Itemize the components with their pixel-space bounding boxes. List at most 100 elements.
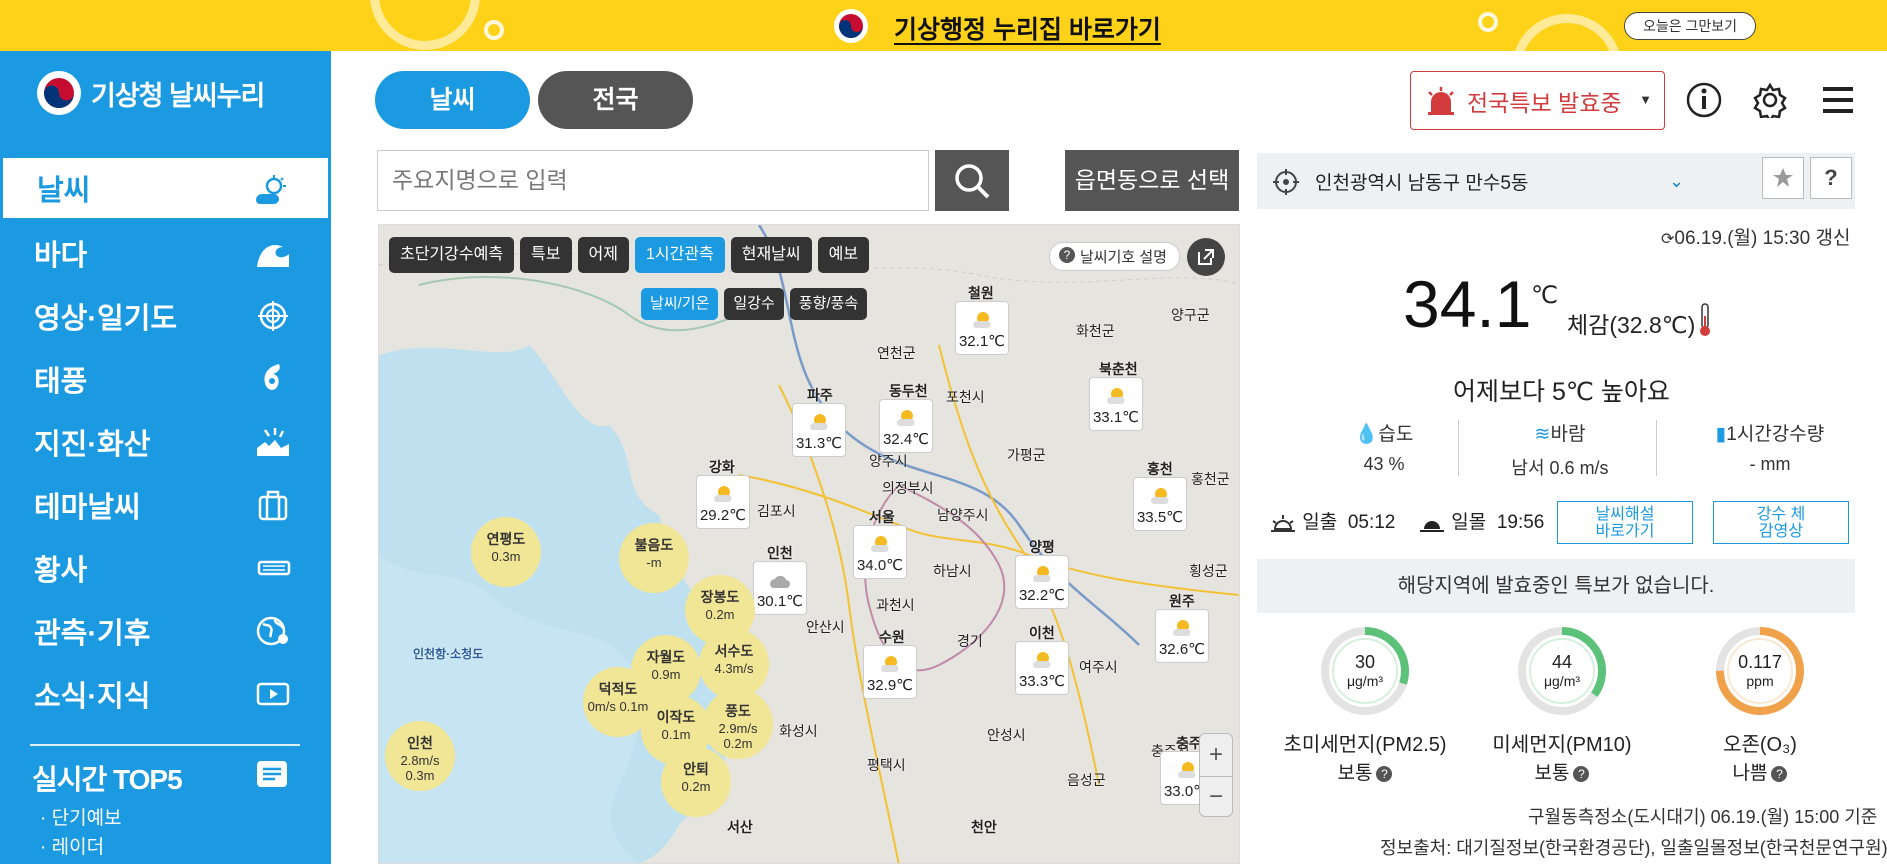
help-button[interactable]: ? (1810, 157, 1852, 199)
map-sub-buttons: 날씨/기온 일강수 풍향/풍속 (641, 288, 868, 320)
station-card[interactable]: 32.9℃ (863, 645, 917, 699)
wind-stat: ≋바람 남서 0.6 m/s (1500, 419, 1620, 480)
banner-close-button[interactable]: 오늘은 그만보기 (1624, 12, 1756, 40)
zoom-out-icon[interactable]: − (1200, 776, 1232, 816)
menu-item-earthquake[interactable]: 지진·화산 (0, 410, 331, 473)
station-card[interactable]: 29.2℃ (696, 475, 750, 529)
menu-item-sea[interactable]: 바다 (0, 221, 331, 284)
sunset-label: 일몰 (1451, 512, 1487, 533)
buoy-marker[interactable]: 인천 2.8m/s 0.3m (385, 721, 455, 791)
rain-video-button[interactable]: 강수 체감영상 (1713, 501, 1849, 544)
place-label: 안성시 (987, 727, 1026, 743)
map-sub-button[interactable]: 날씨/기온 (641, 288, 719, 320)
air-gauge: 0.117ppm (1716, 627, 1804, 715)
buoy-name: 덕적도 (598, 681, 638, 697)
buoy-value: 4.3m/s (714, 661, 754, 676)
zoom-in-icon[interactable]: + (1200, 734, 1232, 776)
tab-weather[interactable]: 날씨 (375, 71, 530, 129)
menu-label: 테마날씨 (34, 491, 141, 524)
sunny-cloud-icon (871, 536, 889, 552)
help-icon[interactable]: ? (1573, 765, 1590, 782)
menu-item-dust[interactable]: 황사 (0, 536, 331, 599)
buoy-name: 연평도 (486, 531, 526, 547)
air-gauge: 30μg/m³ (1321, 627, 1409, 715)
menu-item-news[interactable]: 소식·지식 (0, 662, 331, 725)
weather-map[interactable]: 초단기강수예측 특보 어제 1시간관측 현재날씨 예보 날씨/기온 일강수 풍향… (378, 224, 1240, 864)
map-button[interactable]: 현재날씨 (730, 237, 812, 273)
help-icon[interactable]: ? (1376, 765, 1393, 782)
buoy-marker[interactable]: 안퇴 0.2m (661, 747, 731, 817)
sidebar: 기상청 날씨누리 날씨 바다 영상·일기도 태풍 지진·화산 테마날씨 황사 관… (0, 51, 331, 864)
banner-link[interactable]: 기상행정 누리집 바로가기 (894, 10, 1161, 46)
buoy-marker[interactable]: 불음도 -m (619, 523, 689, 593)
station-card[interactable]: 33.5℃ (1133, 477, 1187, 531)
air-value: 44 (1552, 652, 1572, 672)
station-card[interactable]: 30.1℃ (753, 561, 807, 615)
station-temp: 30.1℃ (756, 593, 804, 610)
hamburger-menu-icon[interactable] (1820, 82, 1856, 118)
sunny-cloud-icon (810, 414, 828, 430)
map-button[interactable]: 초단기강수예측 (389, 237, 515, 273)
search-input[interactable]: 주요지명으로 입력 (377, 150, 929, 211)
place-label: 천안 (971, 819, 997, 835)
station-card[interactable]: 34.0℃ (853, 525, 907, 579)
menu-item-satellite[interactable]: 영상·일기도 (0, 284, 331, 347)
menu-label: 태풍 (34, 365, 88, 398)
crosshair-icon[interactable] (1273, 169, 1299, 195)
air-value: 0.117 (1738, 652, 1782, 672)
station-card[interactable]: 32.2℃ (1015, 555, 1069, 609)
favorite-star-button[interactable] (1762, 157, 1804, 199)
top5-title[interactable]: 실시간 TOP5 (32, 758, 287, 798)
map-sub-button[interactable]: 일강수 (724, 288, 784, 320)
tab-national[interactable]: 전국 (538, 71, 693, 129)
station-card[interactable]: 33.3℃ (1015, 641, 1069, 695)
top5-item[interactable]: · 레이더 (40, 832, 104, 859)
refresh-icon[interactable]: ⟳ (1661, 231, 1674, 248)
menu-item-typhoon[interactable]: 태풍 (0, 347, 331, 410)
map-button[interactable]: 특보 (520, 237, 572, 273)
station-card[interactable]: 33.1℃ (1089, 377, 1143, 431)
buoy-marker[interactable]: 풍도 2.9m/s 0.2m (703, 689, 773, 759)
sunny-cloud-icon (714, 486, 732, 502)
national-alert-dropdown[interactable]: 전국특보 발효중 ▼ (1410, 71, 1665, 130)
station-card[interactable]: 31.3℃ (792, 403, 846, 457)
humidity-label: 습도 (1378, 424, 1414, 445)
weather-explain-button[interactable]: 날씨해설 바로가기 (1557, 501, 1693, 544)
search-button[interactable] (935, 150, 1009, 211)
menu-item-theme[interactable]: 테마날씨 (0, 473, 331, 536)
station-temp: 29.2℃ (699, 507, 747, 524)
buoy-marker[interactable]: 연평도 0.3m (471, 517, 541, 587)
info-icon[interactable] (1686, 82, 1722, 118)
zoom-control[interactable]: + − (1199, 733, 1233, 817)
help-icon[interactable]: ? (1771, 765, 1788, 782)
divider (30, 744, 300, 746)
station-card[interactable]: 32.6℃ (1155, 609, 1209, 663)
brand-logo[interactable]: 기상청 날씨누리 (37, 71, 265, 115)
map-button[interactable]: 어제 (577, 237, 629, 273)
menu-item-weather[interactable]: 날씨 (0, 155, 331, 221)
rain-gauge-icon: ▮ (1715, 424, 1727, 445)
station-name: 동두천 (889, 383, 928, 399)
station-name: 철원 (968, 285, 994, 301)
location-selector[interactable]: 인천광역시 남동구 만수5동 ⌄ ? (1257, 153, 1855, 209)
station-name: 북춘천 (1099, 361, 1138, 377)
station-card[interactable]: 32.4℃ (879, 399, 933, 453)
rain-label: 1시간강수량 (1726, 424, 1825, 445)
update-time: ⟳06.19.(월) 15:30 갱신 (1661, 223, 1850, 250)
air-status-text: 보통 (1534, 763, 1570, 784)
settings-gear-icon[interactable] (1752, 82, 1788, 118)
place-label: 음성군 (1067, 772, 1106, 788)
menu-item-climate[interactable]: 관측·기후 (0, 599, 331, 662)
chevron-down-icon[interactable]: ⌄ (1669, 171, 1684, 192)
select-dong-button[interactable]: 읍면동으로 선택 (1065, 150, 1239, 211)
map-button[interactable]: 1시간관측 (634, 237, 725, 273)
external-link-icon[interactable] (1187, 238, 1225, 276)
buoy-name: 서수도 (714, 643, 754, 659)
station-name: 강화 (709, 459, 735, 475)
place-label: 가평군 (1007, 447, 1046, 463)
map-sub-button[interactable]: 풍향/풍속 (789, 288, 868, 320)
map-button[interactable]: 예보 (817, 237, 870, 273)
map-legend-button[interactable]: 날씨기호 설명 (1049, 242, 1180, 271)
top5-item[interactable]: · 단기예보 (40, 803, 122, 830)
station-card[interactable]: 32.1℃ (955, 301, 1009, 355)
